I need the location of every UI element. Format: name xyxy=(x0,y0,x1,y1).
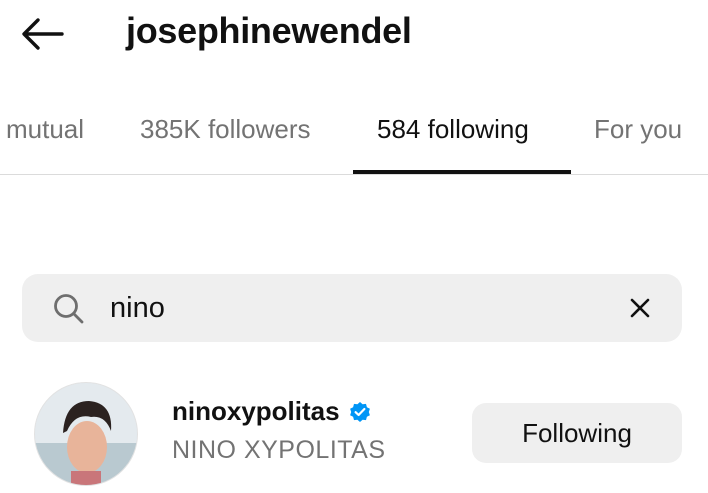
search-icon xyxy=(54,294,84,324)
tab-following[interactable]: 584 following xyxy=(377,114,529,145)
arrow-left-icon xyxy=(22,18,64,50)
following-button[interactable]: Following xyxy=(472,403,682,463)
list-item[interactable]: ninoxypolitas NINO XYPOLITAS Following xyxy=(0,370,708,493)
active-tab-indicator xyxy=(353,170,571,174)
tab-followers[interactable]: 385K followers xyxy=(140,114,311,145)
top-bar: josephinewendel xyxy=(0,0,708,68)
tab-mutual[interactable]: mutual xyxy=(6,114,84,145)
clear-search-button[interactable] xyxy=(626,294,654,322)
search-bar xyxy=(22,274,682,342)
account-full-name: NINO XYPOLITAS xyxy=(172,436,386,464)
search-input[interactable] xyxy=(110,288,590,328)
profile-username-title: josephinewendel xyxy=(126,10,412,51)
account-name-line: ninoxypolitas xyxy=(172,396,372,427)
verified-badge-icon xyxy=(348,400,372,424)
avatar[interactable] xyxy=(34,382,138,486)
back-button[interactable] xyxy=(16,14,72,54)
account-username[interactable]: ninoxypolitas xyxy=(172,396,340,427)
close-icon xyxy=(630,298,650,318)
tab-for-you[interactable]: For you xyxy=(594,114,682,145)
tab-bar: mutual 385K followers 584 following For … xyxy=(0,98,708,175)
